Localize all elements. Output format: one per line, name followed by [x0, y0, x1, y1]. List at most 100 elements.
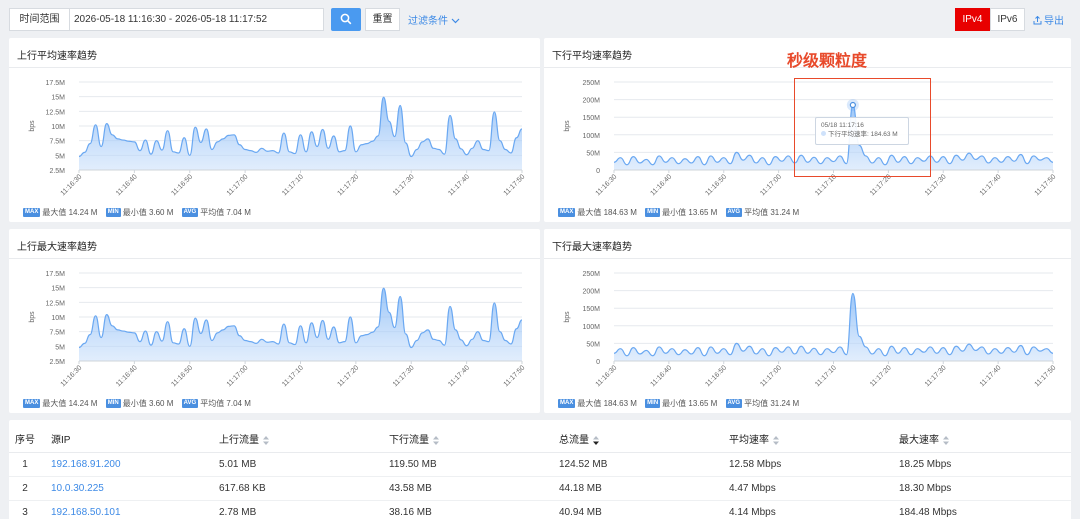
source-ip-link[interactable]: 10.0.30.225 [41, 476, 209, 501]
min-tag: MIN [105, 399, 121, 408]
max-rate-cell: 18.30 Mbps [889, 476, 1071, 501]
max-value: 最大值 14.24 M [42, 399, 98, 408]
max-value: 最大值 184.63 M [577, 399, 637, 408]
x-tick-label: 11:17:20 [336, 173, 360, 197]
y-axis-label: bps [29, 311, 36, 323]
x-tick-label: 11:16:30 [60, 173, 84, 197]
chart-panel-up-avg: 上行平均速率趋势 2.5M 5M 7.5M 10M 12.5M 15M 17.5M bps 11… [9, 38, 540, 222]
y-tick-label: 0 [596, 359, 600, 366]
panel-title: 上行平均速率趋势 [17, 51, 97, 62]
x-tick-label: 11:17:20 [869, 364, 893, 388]
x-tick-label: 11:17:10 [281, 173, 305, 197]
tooltip-time: 05/18 11:17:16 [821, 122, 864, 129]
panel-title: 上行最大速率趋势 [17, 242, 97, 253]
x-tick-label: 11:16:30 [595, 364, 619, 388]
x-tick-label: 11:17:40 [979, 364, 1003, 388]
total-cell: 44.18 MB [549, 476, 719, 501]
avg-rate-cell: 4.47 Mbps [719, 476, 889, 501]
y-tick-label: 17.5M [46, 80, 66, 87]
avg-tag: AVG [725, 399, 743, 408]
x-tick-label: 11:17:40 [447, 173, 471, 197]
max-tag: MAX [23, 399, 41, 408]
col-avg-rate-label: 平均速率 [729, 435, 769, 447]
downstream-cell: 38.16 MB [379, 500, 549, 519]
ipv4-toggle[interactable]: IPv4 [955, 8, 990, 31]
min-value: 最小值 3.60 M [122, 208, 174, 217]
max-value: 最大值 184.63 M [577, 208, 637, 217]
avg-value: 平均值 7.04 M [200, 399, 251, 408]
sort-icon[interactable] [943, 436, 949, 446]
col-downstream[interactable]: 下行流量 [379, 426, 549, 453]
panel-title: 下行最大速率趋势 [552, 242, 632, 253]
row-index: 2 [9, 476, 41, 501]
y-tick-label: 0 [596, 168, 600, 175]
chart-stats: MAX 最大值 14.24 M MIN 最小值 3.60 M AVG 平均值 7.04… [23, 397, 257, 409]
min-value: 最小值 13.65 M [662, 208, 718, 217]
y-tick-label: 50M [586, 341, 600, 348]
row-index: 1 [9, 452, 41, 477]
col-source-ip: 源IP [41, 426, 209, 453]
col-upstream[interactable]: 上行流量 [209, 426, 379, 453]
col-avg-rate[interactable]: 平均速率 [719, 426, 889, 453]
export-button[interactable]: 导出 [1033, 12, 1064, 27]
max-rate-cell: 184.48 Mbps [889, 500, 1071, 519]
y-tick-label: 2.5M [49, 168, 65, 175]
col-total[interactable]: 总流量 [549, 426, 719, 453]
y-tick-label: 15M [51, 95, 65, 102]
downstream-cell: 119.50 MB [379, 452, 549, 477]
time-range-input[interactable]: 2026-05-18 11:16:30 - 2026-05-18 11:17:5… [70, 8, 324, 31]
y-tick-label: 2.5M [49, 359, 65, 366]
y-tick-label: 17.5M [46, 271, 66, 278]
sort-icon[interactable] [263, 436, 269, 446]
y-tick-label: 250M [582, 271, 600, 278]
upstream-cell: 5.01 MB [209, 452, 379, 477]
sort-desc-icon[interactable] [593, 436, 599, 446]
search-icon [340, 13, 352, 25]
search-button[interactable] [331, 8, 361, 31]
chart-stats: MAX 最大值 184.63 M MIN 最小值 13.65 M AVG 平均值 31… [558, 397, 805, 409]
sort-icon[interactable] [773, 436, 779, 446]
x-tick-label: 11:17:00 [226, 173, 250, 197]
x-tick-label: 11:17:30 [392, 173, 416, 197]
source-ip-link[interactable]: 192.168.50.101 [41, 500, 209, 519]
time-range-label: 时间范围 [9, 8, 70, 31]
total-cell: 40.94 MB [549, 500, 719, 519]
chart-stats: MAX 最大值 184.63 M MIN 最小值 13.65 M AVG 平均值 31… [558, 206, 805, 218]
x-tick-label: 11:16:50 [704, 173, 728, 197]
toolbar: 时间范围 2026-05-18 11:16:30 - 2026-05-18 11… [0, 0, 1080, 38]
x-tick-label: 11:16:40 [649, 364, 673, 388]
avg-tag: AVG [181, 208, 199, 217]
min-value: 最小值 3.60 M [122, 399, 174, 408]
max-tag: MAX [558, 208, 576, 217]
y-tick-label: 50M [586, 150, 600, 157]
x-tick-label: 11:16:50 [704, 364, 728, 388]
col-max-rate[interactable]: 最大速率 [889, 426, 1071, 453]
y-tick-label: 12.5M [46, 300, 66, 307]
x-tick-label: 11:17:50 [1034, 173, 1058, 197]
series-area [79, 288, 522, 361]
export-icon [1033, 15, 1042, 25]
table-row: 1 192.168.91.200 5.01 MB 119.50 MB 124.5… [9, 452, 1071, 477]
filter-toggle[interactable]: 过滤条件 [408, 12, 460, 27]
sort-icon[interactable] [433, 436, 439, 446]
y-axis-label: bps [29, 120, 36, 132]
y-tick-label: 5M [55, 344, 65, 351]
x-tick-label: 11:16:30 [60, 364, 84, 388]
chart-panel-up-max: 上行最大速率趋势 2.5M 5M 7.5M 10M 12.5M 15M 17.5M bps 11… [9, 229, 540, 413]
table-row: 3 192.168.50.101 2.78 MB 38.16 MB 40.94 … [9, 500, 1071, 519]
max-value: 最大值 14.24 M [42, 208, 98, 217]
x-tick-label: 11:17:00 [759, 173, 783, 197]
table-row: 2 10.0.30.225 617.68 KB 43.58 MB 44.18 M… [9, 476, 1071, 501]
max-tag: MAX [23, 208, 41, 217]
y-tick-label: 5M [55, 153, 65, 160]
reset-button[interactable]: 重置 [365, 8, 400, 31]
x-tick-label: 11:16:30 [595, 173, 619, 197]
y-tick-label: 200M [582, 98, 600, 105]
filter-label: 过滤条件 [408, 16, 448, 27]
chart-panel-down-max: 下行最大速率趋势 0 50M 100M 150M 200M 250M bps 11:16:30… [544, 229, 1071, 413]
source-ip-link[interactable]: 192.168.91.200 [41, 452, 209, 477]
avg-rate-cell: 12.58 Mbps [719, 452, 889, 477]
y-tick-label: 150M [582, 306, 600, 313]
ipv6-toggle[interactable]: IPv6 [990, 8, 1025, 31]
max-rate-cell: 18.25 Mbps [889, 452, 1071, 477]
